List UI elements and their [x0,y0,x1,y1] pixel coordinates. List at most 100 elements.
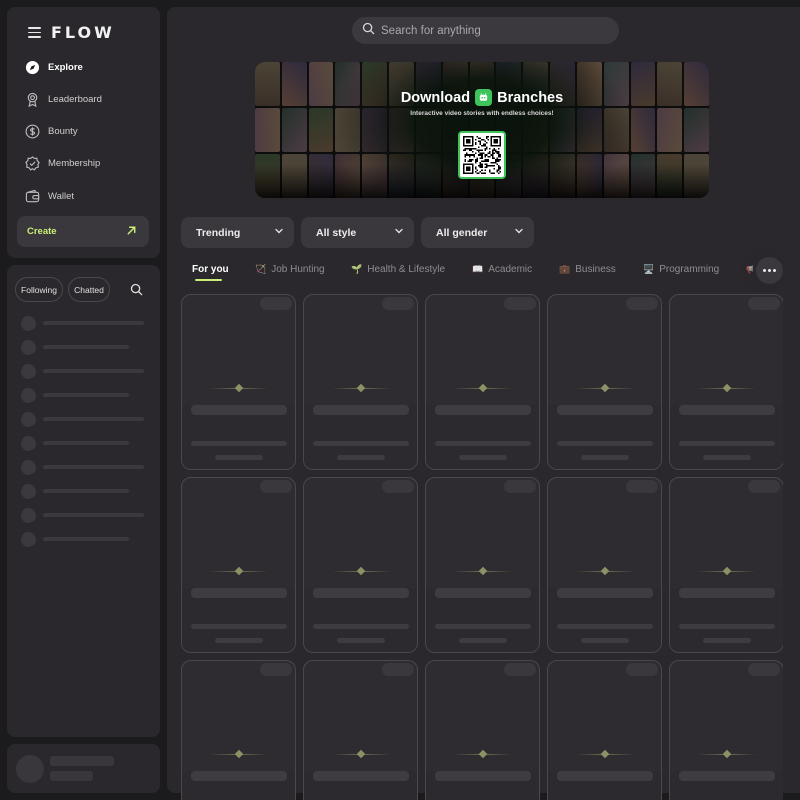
sidebar-item-leaderboard[interactable]: Leaderboard [25,89,102,109]
sidebar-item-explore[interactable]: Explore [25,57,83,77]
card-badge-placeholder [382,297,414,310]
tab-label: Academic [488,264,533,275]
badge-icon [25,92,40,107]
user-status-placeholder [50,771,93,781]
following-filter-button[interactable]: Following [15,277,63,302]
tab-for-you[interactable]: For you [192,264,229,275]
avatar-placeholder [21,339,36,355]
banner-title-prefix: Download [400,89,471,106]
more-tabs-button[interactable] [756,257,783,284]
card-title-placeholder [557,405,653,415]
create-button-label: Create [27,226,57,237]
tab-business[interactable]: 💼 Business [559,264,616,275]
logo[interactable]: FLOW [28,23,115,42]
card-badge-placeholder [260,480,292,493]
card-meta-placeholder [581,455,629,460]
qr-code-icon [458,131,506,179]
text-placeholder [43,513,144,517]
branches-app-icon [475,89,493,106]
tab-label: For you [192,264,229,275]
banner-title-app: Branches [497,89,564,106]
avatar-placeholder [21,435,36,451]
avatar-placeholder [21,531,36,547]
more-dots-icon [763,269,766,272]
promo-banner[interactable]: Download Branches Interactive video stor… [255,62,709,198]
avatar-placeholder [21,315,36,331]
avatar-placeholder [21,507,36,523]
character-card-placeholder[interactable] [425,660,540,800]
tab-health-lifestyle[interactable]: 🌱 Health & Lifestyle [351,264,445,275]
card-title-placeholder [679,771,775,781]
card-description-placeholder [191,441,287,446]
list-item-placeholder [21,411,144,427]
sidebar-item-label: Leaderboard [48,93,102,105]
card-title-placeholder [191,771,287,781]
avatar[interactable] [16,755,44,783]
card-meta-placeholder [703,455,751,460]
card-title-placeholder [679,405,775,415]
card-badge-placeholder [504,663,536,676]
card-description-placeholder [557,441,653,446]
character-card-placeholder[interactable] [425,294,540,470]
card-title-placeholder [679,588,775,598]
avatar-placeholder [21,459,36,475]
filter-label: All gender [436,226,488,239]
character-card-grid [181,294,783,800]
hamburger-menu-icon[interactable] [28,27,41,38]
tab-marketing[interactable]: 📢 [746,264,753,275]
tab-programming[interactable]: 🖥️ Programming [643,264,719,275]
user-name-placeholder [50,756,114,766]
character-card-placeholder[interactable] [547,660,662,800]
character-card-placeholder[interactable] [181,294,296,470]
card-badge-placeholder [626,297,658,310]
sidebar-item-wallet[interactable]: Wallet [25,186,74,206]
verified-seal-icon [25,155,40,171]
character-card-placeholder[interactable] [669,477,783,653]
character-card-placeholder[interactable] [669,294,783,470]
card-meta-placeholder [215,455,263,460]
character-card-placeholder[interactable] [425,477,540,653]
character-card-placeholder[interactable] [669,660,783,800]
sidebar-search-icon[interactable] [130,283,143,296]
character-card-placeholder[interactable] [303,477,418,653]
trending-filter-dropdown[interactable]: Trending [181,217,294,248]
briefcase-icon: 💼 [559,264,571,274]
character-card-placeholder[interactable] [181,477,296,653]
dollar-coin-icon [25,124,40,139]
banner-subtitle: Interactive video stories with endless c… [410,110,554,117]
avatar-placeholder [21,483,36,499]
character-card-placeholder[interactable] [547,294,662,470]
gender-filter-dropdown[interactable]: All gender [421,217,534,248]
tab-job-hunting[interactable]: 🏹 Job Hunting [255,264,325,275]
card-description-placeholder [557,624,653,629]
logo-text: FLOW [51,23,115,42]
card-meta-placeholder [459,638,507,643]
search-bar[interactable] [352,17,619,44]
diamond-icon [234,383,244,393]
create-button[interactable]: Create [17,216,149,247]
list-item-placeholder [21,483,129,499]
style-filter-dropdown[interactable]: All style [301,217,414,248]
text-placeholder [43,345,129,349]
diamond-icon [722,749,732,759]
character-card-placeholder[interactable] [303,294,418,470]
sidebar-item-bounty[interactable]: Bounty [25,121,78,141]
card-meta-placeholder [459,455,507,460]
card-meta-placeholder [337,638,385,643]
character-card-placeholder[interactable] [303,660,418,800]
character-card-placeholder[interactable] [547,477,662,653]
card-title-placeholder [191,405,287,415]
chatted-filter-button[interactable]: Chatted [68,277,110,302]
character-card-placeholder[interactable] [181,660,296,800]
list-item-placeholder [21,435,129,451]
avatar-placeholder [21,363,36,379]
card-badge-placeholder [748,480,780,493]
card-title-placeholder [313,588,409,598]
tab-academic[interactable]: 📖 Academic [472,264,532,275]
card-meta-placeholder [337,455,385,460]
sidebar-item-membership[interactable]: Membership [25,153,100,173]
text-placeholder [43,441,129,445]
search-input[interactable] [381,24,601,37]
bow-arrow-icon: 🏹 [255,264,267,274]
card-meta-placeholder [215,638,263,643]
